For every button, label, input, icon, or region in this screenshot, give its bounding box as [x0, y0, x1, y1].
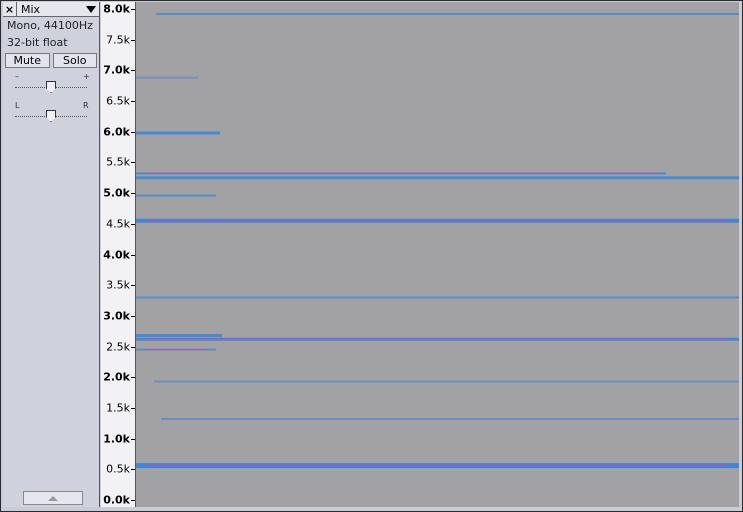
track-header: × Mix	[3, 2, 99, 17]
ruler-tick-label: 5.0k	[103, 186, 130, 200]
gain-slider-thumb[interactable]	[46, 81, 56, 93]
ruler-tick-mark	[131, 193, 135, 195]
spectrogram-band	[136, 131, 220, 135]
frequency-ruler: 8.0k 7.5k 7.0k 6.5k 6.0k 5.5k 5.0k 4.5k 4.0k 3.5k…	[101, 2, 136, 507]
ruler-tick-label: 0.5k	[106, 462, 130, 476]
spectrogram-peak	[146, 338, 729, 340]
gain-slider[interactable]	[13, 79, 89, 95]
track-bit-depth: 32-bit float	[7, 36, 68, 49]
ruler-tick-label: 3.5k	[106, 278, 130, 292]
ruler-tick-label: 5.5k	[106, 155, 130, 169]
ruler-tick-label: 4.0k	[103, 248, 130, 261]
ruler-tick-mark	[131, 223, 135, 225]
close-icon: ×	[4, 2, 15, 16]
ruler-tick-label: 8.0k	[103, 2, 130, 16]
ruler-tick-mark	[131, 438, 135, 440]
spectrogram-band	[136, 194, 216, 197]
spectrogram-view[interactable]	[136, 2, 739, 507]
spectrogram-band	[156, 12, 739, 15]
pan-slider[interactable]	[13, 108, 89, 124]
ruler-tick-mark	[131, 377, 135, 379]
ruler-tick-mark	[131, 500, 135, 501]
collapse-track-button[interactable]	[23, 491, 83, 505]
spectrogram-peak	[146, 349, 206, 351]
pan-slider-thumb[interactable]	[46, 110, 56, 122]
dropdown-arrow-icon	[86, 5, 96, 13]
ruler-tick-label: 2.5k	[106, 340, 130, 354]
spectrogram-band	[136, 334, 222, 338]
ruler-tick-mark	[131, 162, 135, 164]
spectrogram-peak	[146, 172, 656, 174]
ruler-tick-label: 4.5k	[106, 217, 130, 231]
track-name-label: Mix	[21, 2, 41, 16]
spectrogram-band	[161, 417, 739, 420]
ruler-tick-label: 0.0k	[103, 493, 130, 507]
ruler-tick-label: 6.5k	[106, 94, 130, 108]
ruler-tick-mark	[131, 101, 135, 103]
ruler-tick-label: 2.0k	[103, 370, 130, 384]
spectrogram-band	[136, 76, 198, 79]
solo-button[interactable]: Solo	[52, 53, 97, 68]
spectrogram-band	[136, 176, 739, 180]
ruler-tick-label: 1.0k	[103, 432, 130, 446]
ruler-tick-label: 7.5k	[106, 33, 130, 47]
spectrogram-canvas	[136, 12, 739, 469]
spectrogram-band	[136, 296, 739, 299]
spectrogram-peak	[146, 220, 729, 222]
ruler-tick-mark	[131, 315, 135, 317]
ruler-tick-label: 3.0k	[103, 309, 130, 323]
ruler-tick-mark	[131, 407, 135, 409]
mute-button[interactable]: Mute	[5, 53, 50, 68]
close-track-button[interactable]: ×	[3, 2, 17, 16]
ruler-tick-mark	[131, 254, 135, 256]
track-control-panel: × Mix Mono, 44100Hz 32-bit float Mute So…	[3, 2, 100, 507]
track-format: Mono, 44100Hz	[7, 19, 93, 32]
collapse-arrow-icon	[48, 495, 58, 501]
ruler-tick-mark	[131, 70, 135, 72]
ruler-tick-label: 1.5k	[106, 401, 130, 415]
spectrogram-band	[154, 380, 739, 383]
ruler-tick-mark	[131, 346, 135, 348]
ruler-tick-mark	[131, 469, 135, 471]
track-name-menu[interactable]: Mix	[17, 2, 99, 16]
ruler-tick-mark	[131, 285, 135, 287]
spectrogram-peak	[146, 465, 729, 467]
ruler-tick-mark	[131, 131, 135, 133]
ruler-tick-label: 6.0k	[103, 125, 130, 139]
ruler-tick-label: 7.0k	[103, 63, 130, 77]
mute-solo-row: Mute Solo	[5, 53, 97, 68]
ruler-tick-mark	[131, 39, 135, 41]
ruler-tick-mark	[131, 9, 135, 10]
